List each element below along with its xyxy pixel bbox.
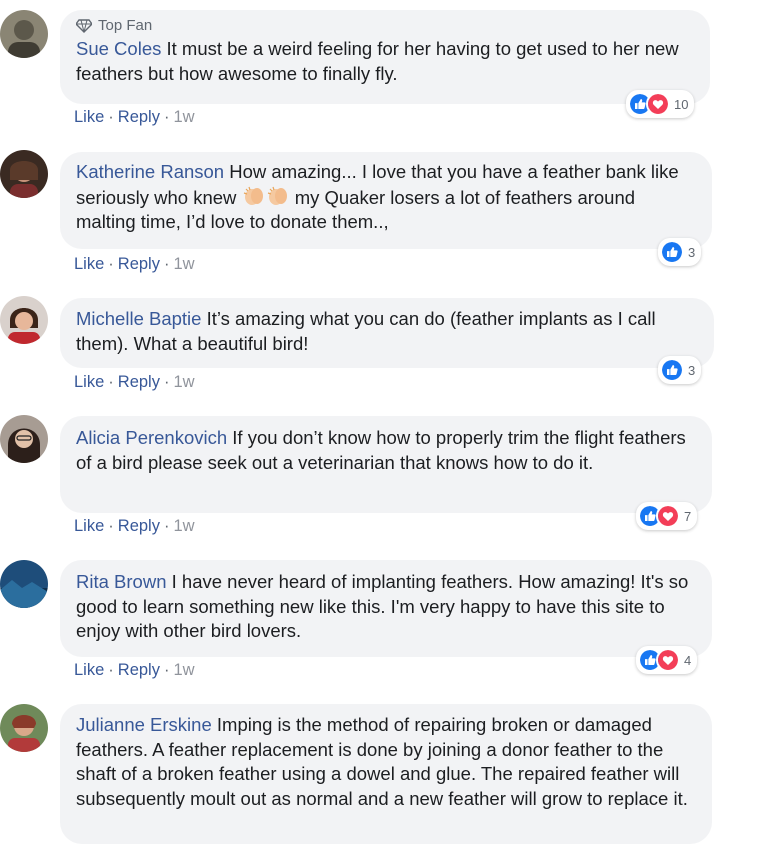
comment-text: It must be a weird feeling for her havin… — [76, 38, 679, 84]
like-button[interactable]: Like — [74, 517, 104, 535]
reaction-count: 3 — [688, 362, 696, 378]
comment-author[interactable]: Michelle Baptie — [76, 308, 201, 329]
reply-button[interactable]: Reply — [118, 517, 160, 535]
like-icon — [660, 358, 684, 382]
avatar[interactable] — [0, 560, 48, 608]
comment-actions: Like · Reply · 1w — [74, 373, 195, 392]
reaction-count: 10 — [674, 96, 689, 112]
reaction-count: 7 — [684, 508, 692, 524]
love-icon — [656, 648, 680, 672]
comment-author[interactable]: Katherine Ranson — [76, 161, 224, 182]
top-fan-badge: Top Fan — [76, 17, 694, 35]
comment-timestamp[interactable]: 1w — [173, 517, 194, 535]
comment-bubble: Alicia Perenkovich If you don’t know how… — [60, 416, 712, 513]
comment-author[interactable]: Alicia Perenkovich — [76, 427, 227, 448]
comment-author[interactable]: Julianne Erskine — [76, 714, 212, 735]
reaction-summary[interactable]: 7 — [636, 502, 698, 530]
avatar[interactable] — [0, 415, 48, 463]
separator: · — [163, 255, 170, 273]
separator: · — [163, 373, 170, 391]
comment-thread: Top Fan Sue Coles It must be a weird fee… — [0, 0, 759, 844]
reaction-count: 4 — [684, 652, 692, 668]
comment-bubble: Julianne Erskine Imping is the method of… — [60, 704, 712, 844]
comment-text: I have never heard of implanting feather… — [76, 571, 689, 641]
separator: · — [108, 373, 114, 391]
reaction-count: 3 — [688, 244, 696, 260]
clapping-hands-emoji — [267, 186, 287, 205]
like-button[interactable]: Like — [74, 255, 104, 273]
avatar[interactable] — [0, 150, 48, 198]
reaction-summary[interactable]: 3 — [658, 238, 702, 266]
separator: · — [108, 255, 114, 273]
reaction-summary[interactable]: 3 — [658, 356, 702, 384]
comment-timestamp[interactable]: 1w — [173, 661, 194, 679]
comment-bubble: Michelle Baptie It’s amazing what you ca… — [60, 298, 714, 368]
separator: · — [108, 661, 114, 679]
love-icon — [656, 504, 680, 528]
comment-actions: Like · Reply · 1w — [74, 661, 195, 680]
comment-author[interactable]: Sue Coles — [76, 38, 161, 59]
separator: · — [163, 517, 170, 535]
avatar[interactable] — [0, 296, 48, 344]
comment-actions: Like · Reply · 1w — [74, 255, 195, 274]
comment-timestamp[interactable]: 1w — [173, 373, 194, 391]
like-icon — [660, 240, 684, 264]
reply-button[interactable]: Reply — [118, 108, 160, 126]
comment-timestamp[interactable]: 1w — [173, 255, 194, 273]
reaction-summary[interactable]: 10 — [626, 90, 695, 118]
comment-bubble: Rita Brown I have never heard of implant… — [60, 560, 712, 657]
love-icon — [646, 92, 670, 116]
separator: · — [108, 517, 114, 535]
comment-bubble: Top Fan Sue Coles It must be a weird fee… — [60, 10, 710, 104]
like-button[interactable]: Like — [74, 108, 104, 126]
comment-timestamp[interactable]: 1w — [173, 108, 194, 126]
separator: · — [163, 661, 170, 679]
separator: · — [163, 108, 170, 126]
comment-actions: Like · Reply · 1w — [74, 108, 195, 127]
reaction-summary[interactable]: 4 — [636, 646, 698, 674]
diamond-icon — [76, 19, 92, 33]
reply-button[interactable]: Reply — [118, 373, 160, 391]
reply-button[interactable]: Reply — [118, 661, 160, 679]
reply-button[interactable]: Reply — [118, 255, 160, 273]
avatar[interactable] — [0, 704, 48, 752]
badge-label: Top Fan — [98, 17, 153, 34]
like-button[interactable]: Like — [74, 373, 104, 391]
comment-author[interactable]: Rita Brown — [76, 571, 166, 592]
separator: · — [108, 108, 114, 126]
like-button[interactable]: Like — [74, 661, 104, 679]
avatar[interactable] — [0, 10, 48, 58]
comment-bubble: Katherine Ranson How amazing... I love t… — [60, 152, 712, 249]
clapping-hands-emoji — [243, 186, 263, 205]
comment-actions: Like · Reply · 1w — [74, 517, 195, 536]
